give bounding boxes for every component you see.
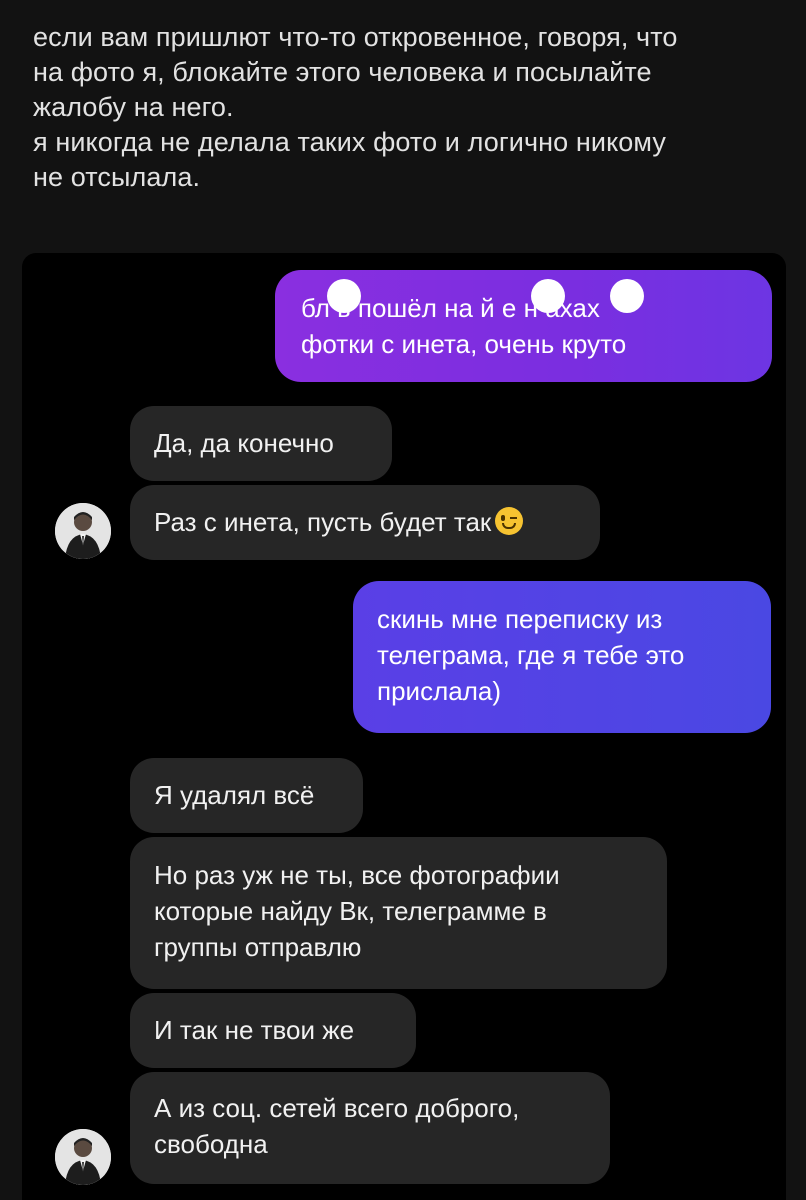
message-line: Но раз уж не ты, все фотографии bbox=[154, 860, 560, 890]
message-line: А из соц. сетей всего доброго, bbox=[154, 1093, 520, 1123]
message-incoming[interactable]: Я удалял всё bbox=[130, 758, 363, 833]
message-line: прислала) bbox=[377, 676, 501, 706]
message-line: свободна bbox=[154, 1129, 268, 1159]
caption-line: не отсылала. bbox=[33, 162, 201, 192]
caption-line: если вам пришлют что-то откровенное, гов… bbox=[33, 22, 678, 52]
message-incoming[interactable]: Но раз уж не ты, все фотографии которые … bbox=[130, 837, 667, 989]
person-in-suit-icon bbox=[55, 1129, 111, 1185]
message-incoming[interactable]: И так не твои же bbox=[130, 993, 416, 1068]
winking-face-icon bbox=[495, 507, 524, 535]
post-caption: если вам пришлют что-то откровенное, гов… bbox=[33, 20, 793, 195]
censor-blot bbox=[531, 279, 565, 313]
avatar[interactable] bbox=[55, 1129, 111, 1185]
message-line: группы отправлю bbox=[154, 932, 362, 962]
caption-line: я никогда не делала таких фото и логично… bbox=[33, 127, 666, 157]
chat-screenshot: бл ь пошёл на й е н ахах фотки с инета, … bbox=[22, 253, 786, 1200]
message-incoming[interactable]: Раз с инета, пусть будет так bbox=[130, 485, 600, 560]
message-line: Да, да конечно bbox=[154, 428, 334, 458]
message-line: которые найду Вк, телеграмме в bbox=[154, 896, 547, 926]
message-line: Раз с инета, пусть будет так bbox=[154, 504, 576, 540]
message-line: бл ь пошёл на й е н ахах bbox=[301, 293, 600, 323]
message-line: телеграма, где я тебе это bbox=[377, 640, 685, 670]
caption-line: на фото я, блокайте этого человека и пос… bbox=[33, 57, 652, 87]
caption-line: жалобу на него. bbox=[33, 92, 234, 122]
message-line: фотки с инета, очень круто bbox=[301, 329, 627, 359]
message-line: И так не твои же bbox=[154, 1015, 355, 1045]
censor-blot bbox=[327, 279, 361, 313]
message-line: Я удалял всё bbox=[154, 780, 315, 810]
message-incoming[interactable]: Да, да конечно bbox=[130, 406, 392, 481]
person-in-suit-icon bbox=[55, 503, 111, 559]
avatar[interactable] bbox=[55, 503, 111, 559]
censor-blot bbox=[610, 279, 644, 313]
message-incoming[interactable]: А из соц. сетей всего доброго, свободна bbox=[130, 1072, 610, 1184]
message-outgoing[interactable]: скинь мне переписку из телеграма, где я … bbox=[353, 581, 771, 733]
message-line: скинь мне переписку из bbox=[377, 604, 663, 634]
